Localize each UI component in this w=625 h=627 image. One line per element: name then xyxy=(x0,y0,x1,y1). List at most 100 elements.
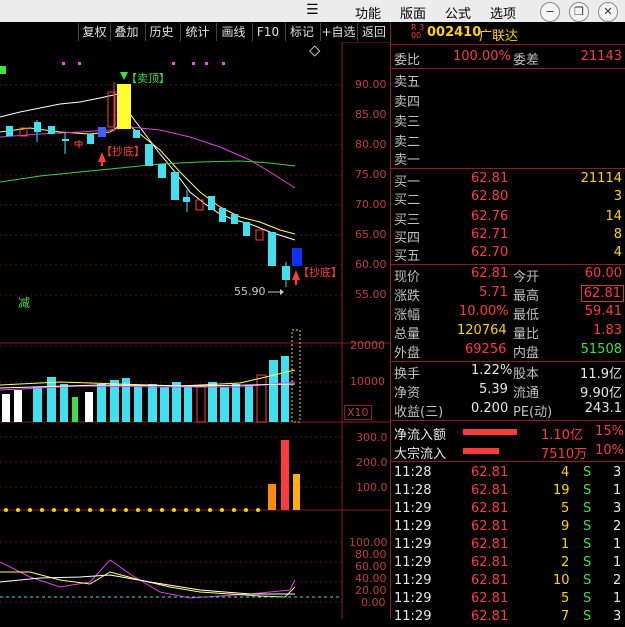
indicator1-tick: 200.0 xyxy=(356,456,388,469)
chart-toolbar: 复权 叠加 历史 统计 画线 F10 标记 +自选 返回 xyxy=(0,22,390,42)
kline-chart-area[interactable]: 90.00 85.00 80.00 75.00 70.00 65.00 60.0… xyxy=(0,42,390,619)
stat-row: 涨幅 10.00% 最低 59.41 xyxy=(394,304,622,323)
ask-row[interactable]: 卖一 xyxy=(391,148,625,168)
candle xyxy=(6,126,13,136)
tick-row: 11:28 62.81 19 S 1 xyxy=(394,483,622,498)
stat-row: 收益(三) 0.200 PE(动) 243.1 xyxy=(394,401,622,420)
ma10-line xyxy=(0,121,296,235)
code-prefix: R 300 xyxy=(411,23,425,40)
menu-formula[interactable]: 公式 xyxy=(445,3,471,22)
menu-layout[interactable]: 版面 xyxy=(400,3,426,22)
price-tick: 75.00 xyxy=(355,168,387,181)
volume-reduce-tag: 减 xyxy=(18,296,31,310)
stat-row: 现价 62.81 今开 60.00 xyxy=(394,266,622,285)
minimize-icon[interactable]: − xyxy=(540,2,560,22)
tick-row: 11:29 62.81 7 S 3 xyxy=(394,609,622,624)
title-bar: ☰ 功能 版面 公式 选项 − ❐ ✕ xyxy=(0,0,625,22)
indicator2-tick: 0.00 xyxy=(361,596,386,609)
buy-signal-tag: 【抄底】 xyxy=(101,145,145,158)
ask-row[interactable]: 卖二 xyxy=(391,130,625,150)
candle xyxy=(243,222,250,236)
volume-tick: 20000 xyxy=(350,339,385,352)
flow-row: 大宗流入 7510万 10% xyxy=(394,443,624,462)
candle xyxy=(62,139,69,141)
weibi-row: 委比 100.00% 委差 21143 xyxy=(394,49,622,68)
menu-list-icon[interactable]: ☰ xyxy=(306,2,319,18)
volume-tick: 10000 xyxy=(350,375,385,388)
f10-button[interactable]: F10 xyxy=(252,23,283,41)
indicator1-bars xyxy=(268,440,300,510)
stat-row: 外盘 69256 内盘 51508 xyxy=(394,342,622,361)
tick-row: 11:29 62.81 10 S 2 xyxy=(394,573,622,588)
price-tick: 85.00 xyxy=(355,108,387,121)
price-tick: 55.00 xyxy=(355,288,387,301)
menu-function[interactable]: 功能 xyxy=(355,3,381,22)
volume-bars xyxy=(2,329,301,423)
vol-ma-line xyxy=(0,369,296,387)
candle xyxy=(117,84,131,129)
stats-button[interactable]: 统计 xyxy=(180,23,214,41)
price-tick: 80.00 xyxy=(355,138,387,151)
flow-bar xyxy=(463,429,517,435)
buy-signal-tag: 【抄底】 xyxy=(298,266,342,279)
stat-row: 总量 120764 量比 1.83 xyxy=(394,323,622,342)
stock-code: 002410 xyxy=(427,25,482,40)
bid-row[interactable]: 买五 62.70 4 xyxy=(391,244,625,264)
sell-signal-tag: 【卖顶】 xyxy=(126,72,170,85)
candles xyxy=(6,82,302,287)
tick-row: 11:28 62.81 4 S 3 xyxy=(394,465,622,480)
overlay-button[interactable]: 叠加 xyxy=(110,23,142,41)
flow-row: 净流入额 1.10亿 15% xyxy=(394,424,624,443)
tick-row: 11:29 62.81 9 S 2 xyxy=(394,519,622,534)
kline-chart xyxy=(0,42,390,619)
candle xyxy=(282,266,290,280)
ma5-line xyxy=(0,93,296,241)
bid-row[interactable]: 买一 62.81 21114 xyxy=(391,170,625,190)
bid-row[interactable]: 买四 62.71 8 xyxy=(391,226,625,246)
tick-row: 11:29 62.81 1 S 1 xyxy=(394,537,622,552)
back-button[interactable]: 返回 xyxy=(357,23,390,41)
price-tick: 90.00 xyxy=(355,78,387,91)
candle xyxy=(133,130,140,138)
candle xyxy=(268,232,276,266)
history-button[interactable]: 历史 xyxy=(145,23,177,41)
bid-row[interactable]: 买三 62.76 14 xyxy=(391,208,625,228)
stat-row: 涨跌 5.71 最高 62.81 xyxy=(391,284,625,304)
candle xyxy=(87,134,94,144)
stat-row: 净资 5.39 流通 9.90亿 xyxy=(394,382,622,401)
ask-row[interactable]: 卖四 xyxy=(391,90,625,110)
menu-options[interactable]: 选项 xyxy=(490,3,516,22)
candle xyxy=(34,122,41,132)
mark-button[interactable]: 标记 xyxy=(285,23,318,41)
stock-name: 广联达 xyxy=(479,29,519,44)
tick-row: 11:29 62.81 5 S 1 xyxy=(394,591,622,606)
add-watchlist-button[interactable]: +自选 xyxy=(320,23,356,41)
tick-row: 11:29 62.81 5 S 3 xyxy=(394,501,622,516)
candle xyxy=(98,127,106,137)
stat-row: 换手 1.22% 股本 11.9亿 xyxy=(394,363,622,382)
price-tick: 65.00 xyxy=(355,228,387,241)
ask-row[interactable]: 卖三 xyxy=(391,110,625,130)
candle xyxy=(208,196,215,210)
tick-row: 11:29 62.81 2 S 1 xyxy=(394,555,622,570)
draw-line-button[interactable]: 画线 xyxy=(216,23,250,41)
indicator1-tick: 100.0 xyxy=(356,481,388,494)
candle xyxy=(145,144,153,166)
flow-bar xyxy=(463,448,499,454)
quote-panel: R 300 002410 广联达 委比 100.00% 委差 21143 卖五 … xyxy=(390,22,625,624)
ask-row[interactable]: 卖五 xyxy=(391,70,625,90)
stock-header: R 300 002410 广联达 xyxy=(391,22,625,45)
candle xyxy=(48,126,55,134)
candle xyxy=(183,197,190,202)
restore-icon[interactable]: ❐ xyxy=(569,2,589,22)
candle xyxy=(171,172,179,200)
bid-row[interactable]: 买二 62.80 3 xyxy=(391,188,625,208)
adjust-button[interactable]: 复权 xyxy=(78,23,110,41)
price-tick: 60.00 xyxy=(355,258,387,271)
candle xyxy=(219,208,226,222)
low-price-label: 55.90 xyxy=(234,285,266,298)
indicator2-line xyxy=(0,559,296,599)
indicator1-tick: 300.0 xyxy=(356,431,388,444)
close-icon[interactable]: ✕ xyxy=(598,2,618,22)
candle xyxy=(158,164,166,178)
